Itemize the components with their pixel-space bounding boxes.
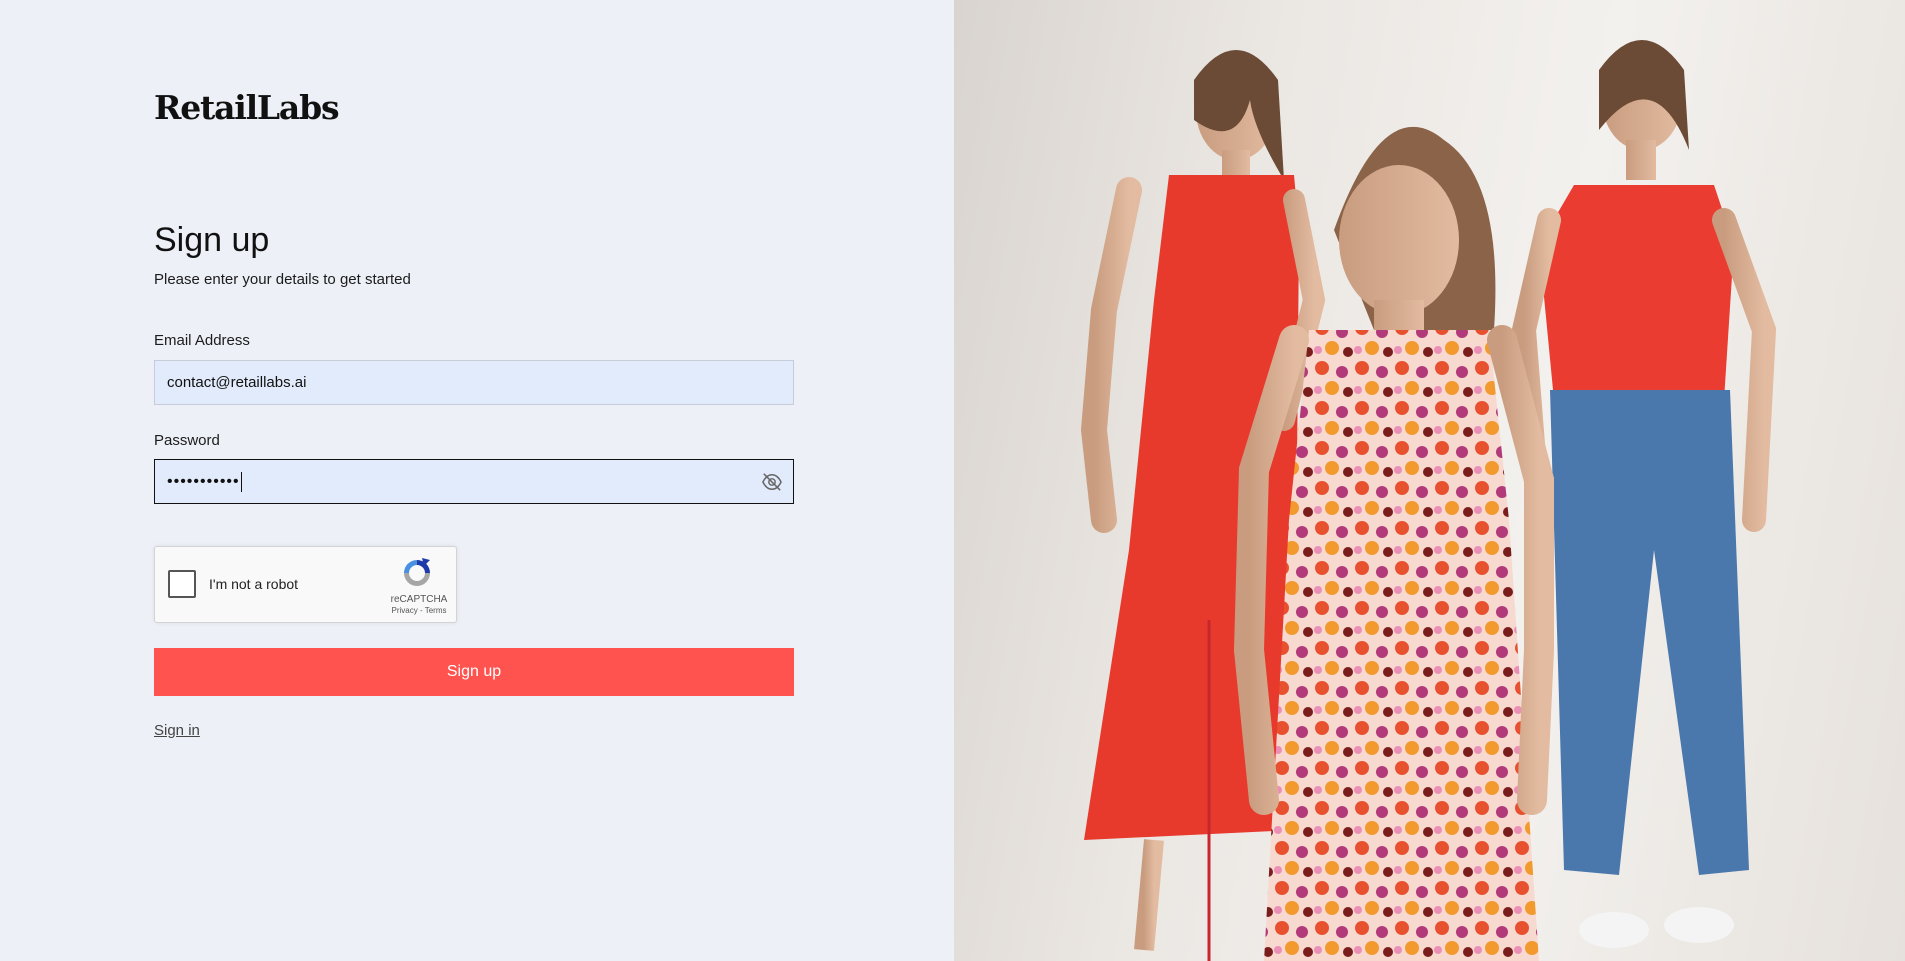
brand-logo: RetailLabs [154,88,340,127]
password-label: Password [154,432,220,449]
email-value: contact@retaillabs.ai [167,374,307,391]
signup-page: RetailLabs Sign up Please enter your det… [0,0,1905,961]
recaptcha-brand: reCAPTCHA [390,594,448,605]
email-label: Email Address [154,332,250,349]
signup-button[interactable]: Sign up [154,648,794,696]
password-field[interactable]: ••••••••••• [154,459,794,504]
text-caret [240,471,242,492]
signin-link[interactable]: Sign in [154,722,200,739]
models-illustration [1080,40,1777,961]
hero-image [954,0,1905,961]
signup-panel: RetailLabs Sign up Please enter your det… [0,0,954,961]
recaptcha-checkbox[interactable] [168,570,196,598]
recaptcha-widget: I'm not a robot reCAPTCHA Privacy - Term… [154,546,457,623]
page-title: Sign up [154,221,270,259]
page-subtitle: Please enter your details to get started [154,271,411,288]
model-right [1511,40,1777,948]
eye-off-icon[interactable] [761,472,783,492]
recaptcha-logo-icon [400,556,434,590]
recaptcha-label: I'm not a robot [209,576,299,592]
recaptcha-links[interactable]: Privacy - Terms [389,606,449,615]
password-value: ••••••••••• [167,472,240,490]
email-field[interactable]: contact@retaillabs.ai [154,360,794,405]
